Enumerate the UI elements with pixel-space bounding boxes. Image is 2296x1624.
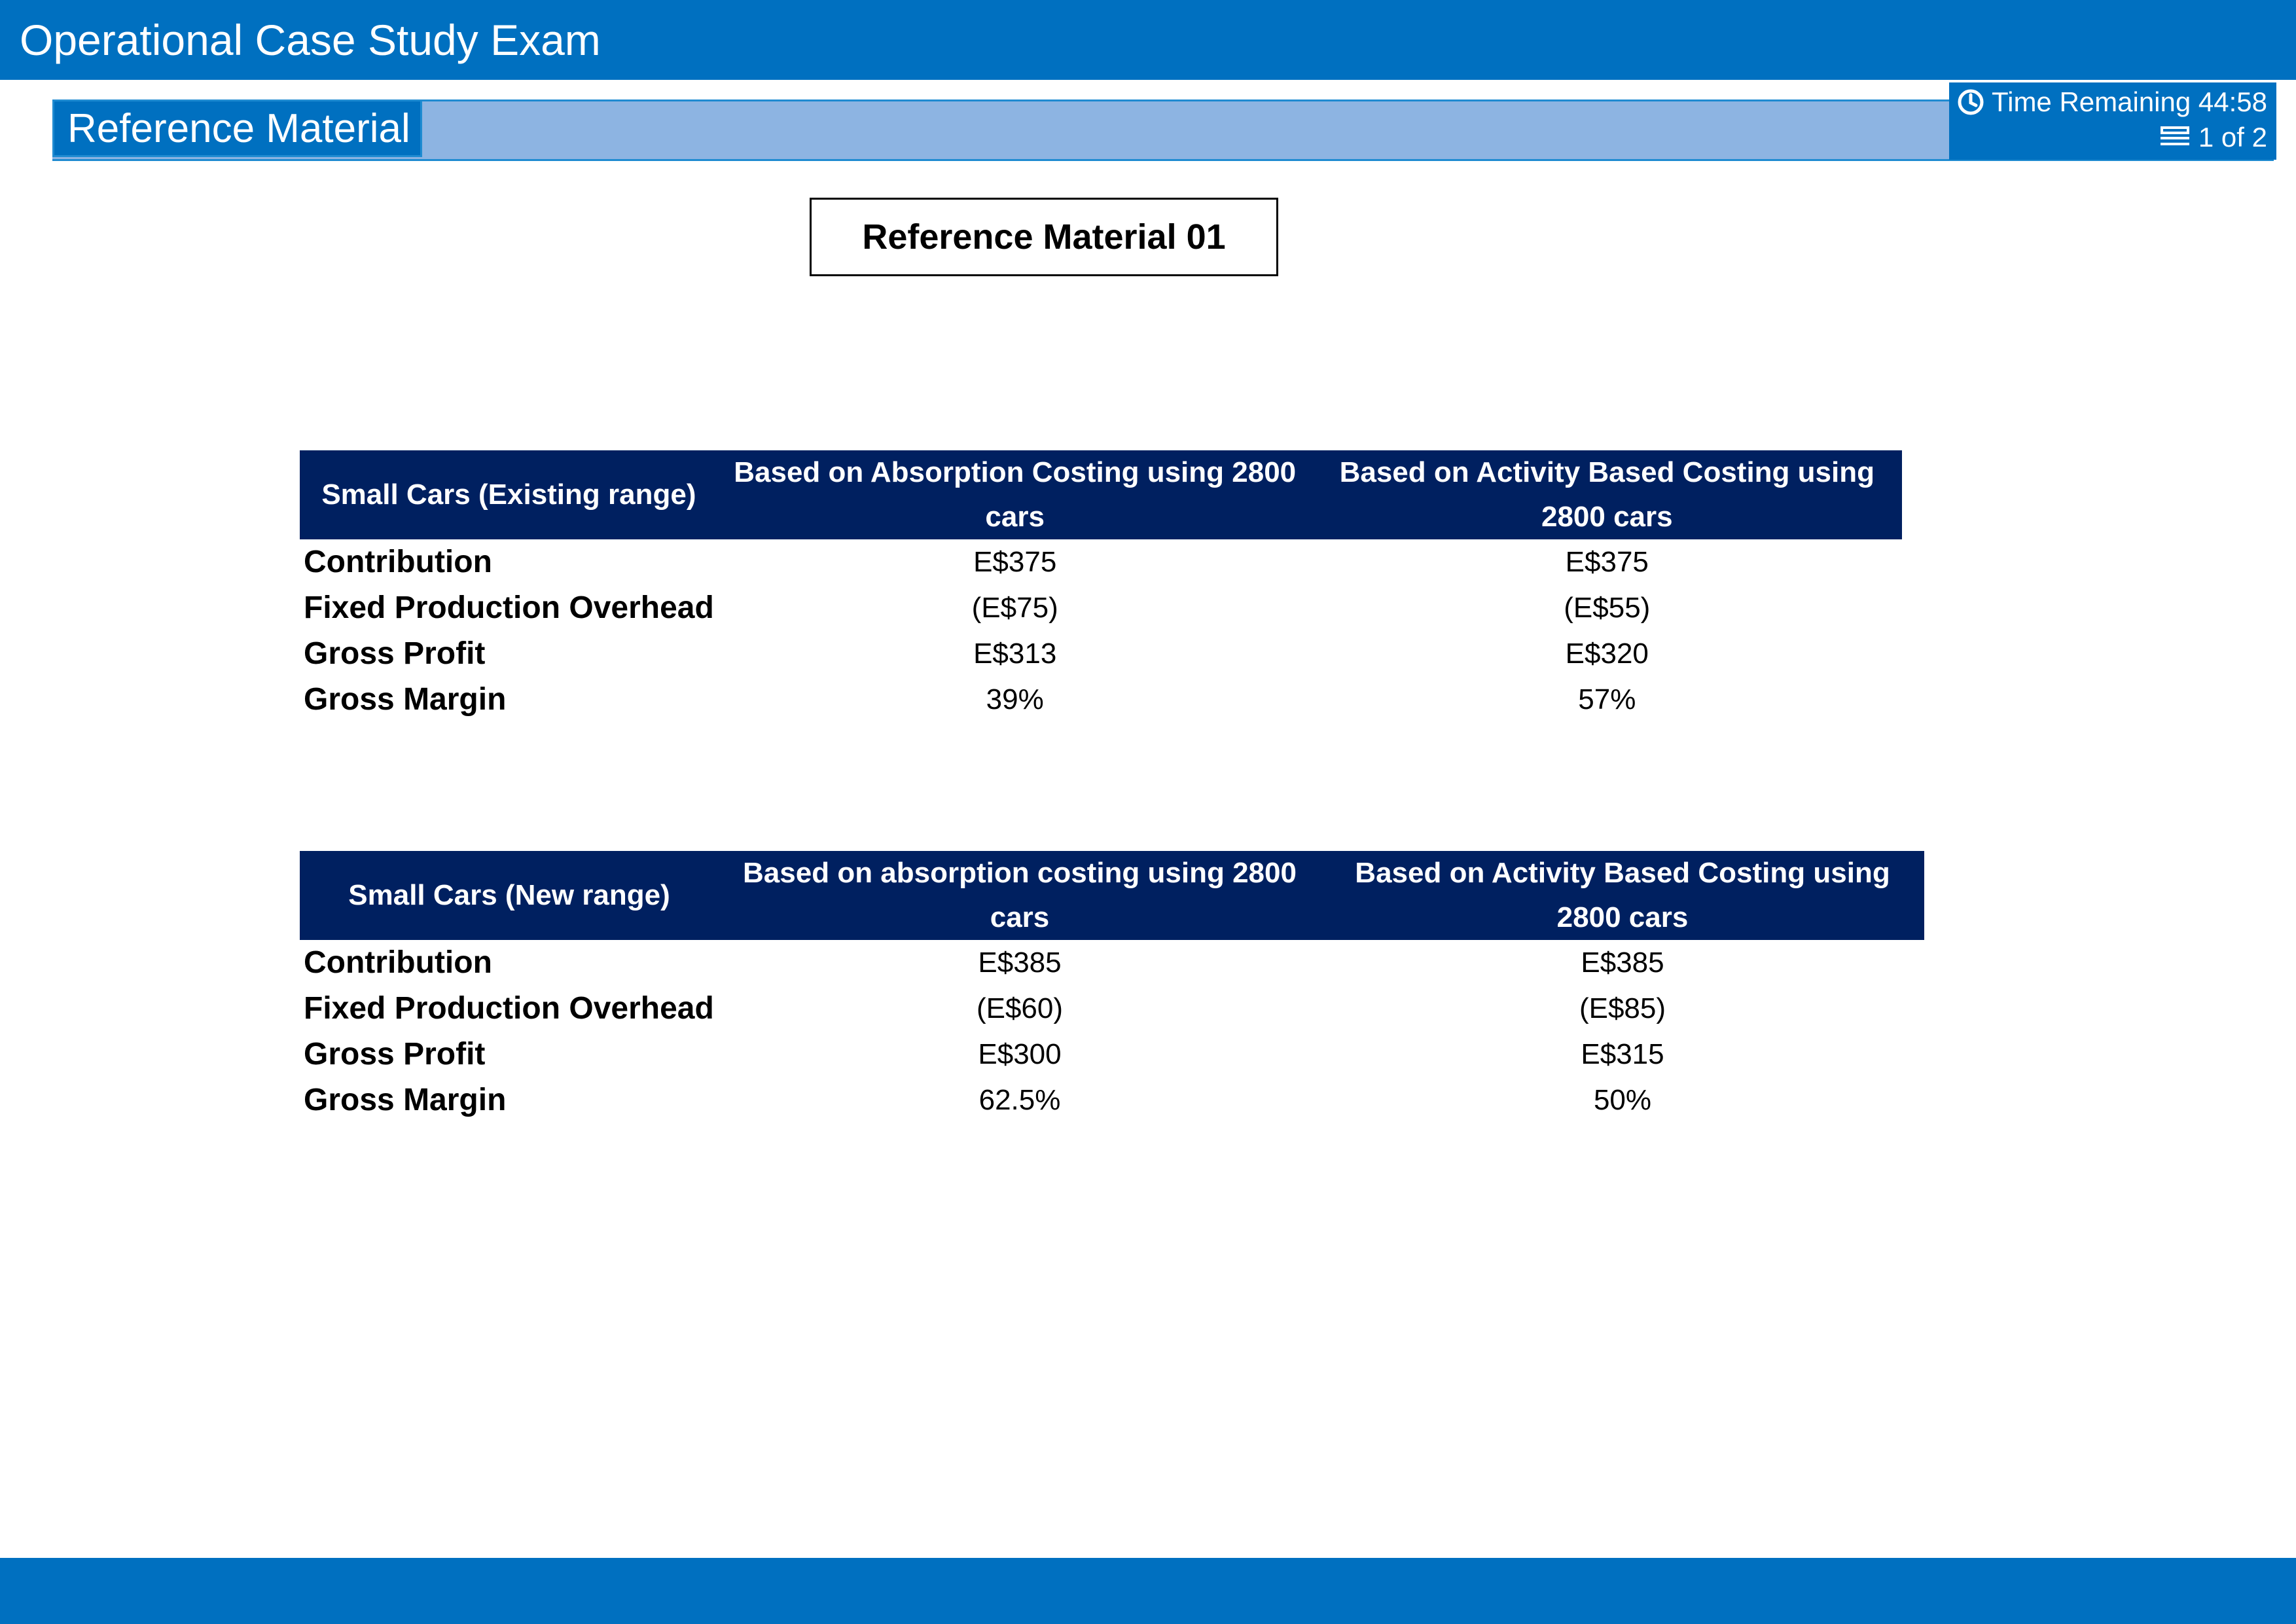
page-counter-row: 1 of 2 — [1957, 122, 2267, 153]
cell-value: E$300 — [978, 1038, 1062, 1070]
time-remaining-row: Time Remaining 44:58 — [1957, 86, 2267, 118]
column-header: Based on Activity Based Costing using 28… — [1321, 851, 1924, 940]
new-range-table: Small Cars (New range) Based on absorpti… — [300, 851, 1924, 1123]
row-label: Gross Margin — [304, 1083, 507, 1117]
page-counter: 1 of 2 — [2198, 122, 2267, 153]
cell-value: (E$55) — [1564, 592, 1651, 624]
bottom-bar — [0, 1558, 2296, 1624]
column-header: Based on absorption costing using 2800 c… — [719, 851, 1321, 940]
section-label: Reference Material — [67, 106, 410, 151]
cell-value: 50% — [1593, 1084, 1652, 1116]
cell-value: (E$60) — [976, 992, 1064, 1024]
section-tab: Reference Material — [52, 99, 422, 157]
table-row: Fixed Production Overhead (E$60) (E$85) — [300, 986, 1924, 1032]
row-label: Gross Profit — [304, 636, 486, 671]
cell-value: E$320 — [1565, 638, 1649, 670]
row-label: Gross Margin — [304, 682, 507, 717]
cell-value: (E$85) — [1579, 992, 1666, 1024]
column-header: Based on Absorption Costing using 2800 c… — [717, 450, 1312, 539]
cell-value: E$313 — [973, 638, 1057, 670]
table-row: Contribution E$385 E$385 — [300, 940, 1924, 986]
top-bar: Operational Case Study Exam — [0, 0, 2296, 80]
table-row: Gross Profit E$300 E$315 — [300, 1032, 1924, 1077]
cell-value: E$375 — [973, 546, 1057, 578]
row-label: Fixed Production Overhead — [304, 991, 714, 1026]
cell-value: E$315 — [1581, 1038, 1664, 1070]
existing-range-table: Small Cars (Existing range) Based on Abs… — [300, 450, 1902, 723]
row-label: Contribution — [304, 945, 492, 980]
cell-value: E$385 — [1581, 947, 1664, 979]
table-row: Gross Margin 39% 57% — [300, 677, 1902, 723]
table-header-row: Small Cars (Existing range) Based on Abs… — [300, 450, 1902, 539]
table-row: Fixed Production Overhead (E$75) (E$55) — [300, 585, 1902, 631]
table-header-row: Small Cars (New range) Based on absorpti… — [300, 851, 1924, 940]
table-row: Contribution E$375 E$375 — [300, 539, 1902, 585]
timer-box: Time Remaining 44:58 1 of 2 — [1949, 82, 2276, 160]
row-label: Gross Profit — [304, 1037, 486, 1072]
exam-title: Operational Case Study Exam — [20, 16, 601, 64]
cell-value: 57% — [1578, 683, 1636, 715]
column-header: Small Cars (New range) — [300, 851, 719, 940]
cell-value: (E$75) — [971, 592, 1058, 624]
table-row: Gross Margin 62.5% 50% — [300, 1077, 1924, 1123]
page-stack-icon — [2160, 126, 2189, 145]
time-remaining: Time Remaining 44:58 — [1992, 86, 2267, 117]
row-label: Contribution — [304, 545, 492, 579]
column-header: Small Cars (Existing range) — [300, 450, 718, 539]
column-header: Based on Activity Based Costing using 28… — [1312, 450, 1902, 539]
cell-value: 39% — [986, 683, 1044, 715]
reference-material-title: Reference Material 01 — [810, 198, 1278, 276]
clock-icon — [1958, 89, 1984, 115]
cell-value: 62.5% — [978, 1084, 1061, 1116]
cell-value: E$385 — [978, 947, 1062, 979]
cell-value: E$375 — [1565, 546, 1649, 578]
row-label: Fixed Production Overhead — [304, 590, 714, 625]
table-row: Gross Profit E$313 E$320 — [300, 631, 1902, 677]
